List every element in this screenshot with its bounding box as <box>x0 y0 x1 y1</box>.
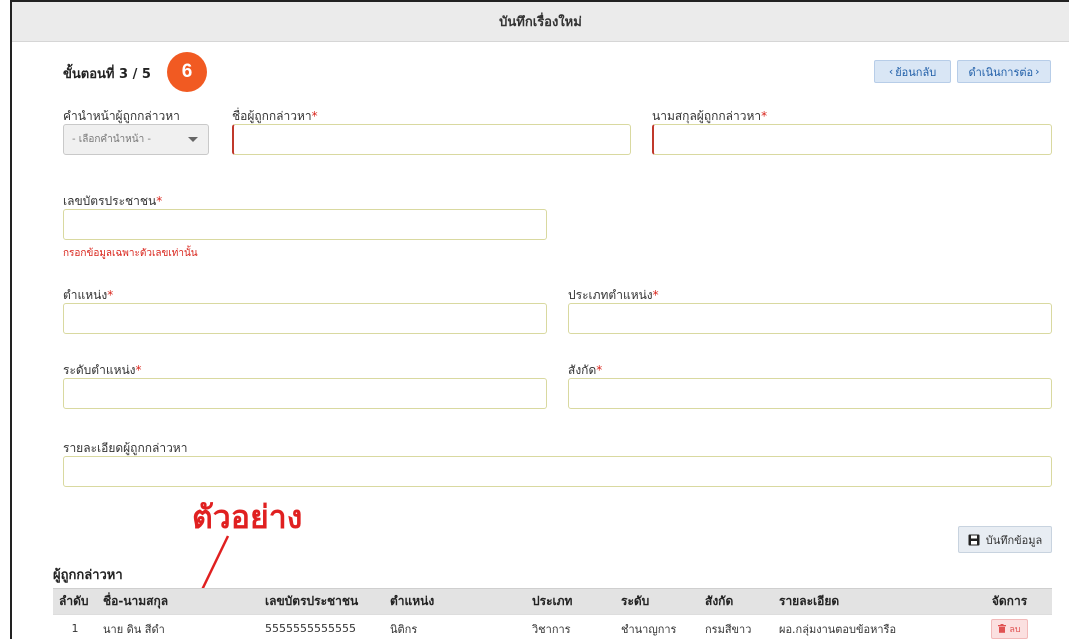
col-header-type: ประเภท <box>526 588 615 615</box>
col-header-detail: รายละเอียด <box>773 588 967 615</box>
col-header-actions: จัดการ <box>967 588 1052 615</box>
cell-actions: ลบ <box>967 614 1052 639</box>
step-badge: 6 <box>167 52 207 92</box>
cell-no: 1 <box>53 614 97 639</box>
idcard-input[interactable] <box>63 209 547 240</box>
accused-section-title: ผู้ถูกกล่าวหา <box>53 568 123 583</box>
new-case-window: บันทึกเรื่องใหม่ ขั้นตอนที่ 3 / 5 6 ‹ ย้… <box>10 0 1069 639</box>
position-type-input[interactable] <box>568 303 1052 334</box>
next-button-label: ดำเนินการต่อ <box>968 65 1034 79</box>
next-button[interactable]: ดำเนินการต่อ › <box>957 60 1051 83</box>
back-button[interactable]: ‹ ย้อนกลับ <box>874 60 951 83</box>
step-indicator: ขั้นตอนที่ 3 / 5 <box>63 67 151 82</box>
cell-name: นาย ดิน สีดำ <box>97 614 259 639</box>
cell-level: ชำนาญการ <box>615 614 699 639</box>
col-header-level: ระดับ <box>615 588 699 615</box>
floppy-disk-icon <box>968 534 980 545</box>
trash-icon <box>998 624 1007 634</box>
position-input[interactable] <box>63 303 547 334</box>
back-button-label: ย้อนกลับ <box>895 65 937 79</box>
prefix-select[interactable]: - เลือกคำนำหน้า - <box>63 124 209 155</box>
window-title: บันทึกเรื่องใหม่ <box>12 2 1069 42</box>
col-header-idcard: เลขบัตรประชาชน <box>259 588 384 615</box>
affiliation-input[interactable] <box>568 378 1052 409</box>
prefix-select-value: - เลือกคำนำหน้า - <box>72 134 151 145</box>
level-input[interactable] <box>63 378 547 409</box>
delete-button-label: ลบ <box>1009 624 1021 635</box>
delete-button[interactable]: ลบ <box>991 618 1028 639</box>
col-header-affiliation: สังกัด <box>699 588 773 615</box>
accused-table: ลำดับ ชื่อ-นามสกุล เลขบัตรประชาชน ตำแหน่… <box>53 588 1052 639</box>
lastname-input[interactable] <box>652 124 1052 155</box>
save-button[interactable]: บันทึกข้อมูล <box>958 526 1052 553</box>
idcard-hint: กรอกข้อมูลเฉพาะตัวเลขเท่านั้น <box>63 248 198 259</box>
firstname-input[interactable] <box>232 124 631 155</box>
col-header-name: ชื่อ-นามสกุล <box>97 588 259 615</box>
col-header-position: ตำแหน่ง <box>384 588 526 615</box>
detail-input[interactable] <box>63 456 1052 487</box>
cell-affiliation: กรมสีขาว <box>699 614 773 639</box>
table-header-row: ลำดับ ชื่อ-นามสกุล เลขบัตรประชาชน ตำแหน่… <box>53 588 1052 615</box>
cell-position: นิติกร <box>384 614 526 639</box>
save-button-label: บันทึกข้อมูล <box>985 533 1043 547</box>
col-header-no: ลำดับ <box>53 588 97 615</box>
cell-type: วิชาการ <box>526 614 615 639</box>
chevron-right-icon: › <box>1035 65 1040 78</box>
cell-detail: ผอ.กลุ่มงานตอบข้อหารือ <box>773 614 967 639</box>
chevron-left-icon: ‹ <box>888 65 894 78</box>
cell-idcard: 5555555555555 <box>259 614 384 639</box>
table-row: 1 นาย ดิน สีดำ 5555555555555 นิติกร วิชา… <box>53 614 1052 639</box>
caret-down-icon <box>188 137 198 142</box>
